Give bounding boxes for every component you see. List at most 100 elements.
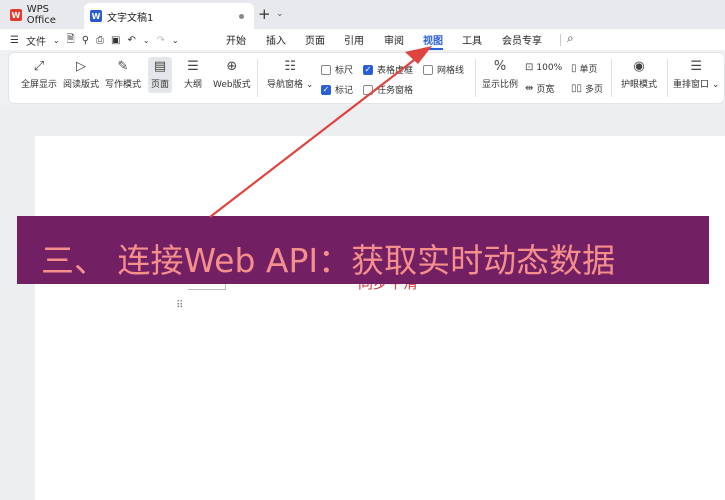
globe-icon: ⊕	[226, 59, 238, 74]
tab-home[interactable]: 开始	[226, 32, 246, 47]
rearrange-window-label: 重排窗口	[673, 80, 710, 90]
page-width-button[interactable]: ⇹ 页宽	[525, 82, 554, 95]
drag-handle-icon[interactable]: ⠿	[176, 300, 183, 311]
eye-protection-label: 护眼模式	[621, 80, 658, 90]
rearrange-window-button[interactable]: ☰ 重排窗口 ⌄	[673, 59, 719, 90]
undo-dropdown-icon[interactable]: ⌄	[143, 36, 150, 45]
tab-insert[interactable]: 插入	[266, 32, 286, 47]
checkbox-checked-icon: ✓	[363, 64, 373, 75]
web-layout-button[interactable]: ⊕ Web版式	[213, 59, 251, 90]
nav-pane-icon: ☷	[284, 59, 297, 74]
redo-icon[interactable]: ↷	[157, 35, 165, 46]
eye-protection-button[interactable]: ◉ 护眼模式	[621, 59, 657, 90]
tab-view[interactable]: 视图	[423, 32, 443, 50]
zoom-100-button[interactable]: ⊡ 100%	[525, 62, 562, 73]
print-preview-icon[interactable]: ▣	[111, 35, 120, 46]
gridlines-checkbox[interactable]: 网格线	[423, 63, 464, 76]
unsaved-dot-icon[interactable]	[239, 14, 244, 19]
eye-icon: ◉	[633, 59, 645, 74]
tab-tools[interactable]: 工具	[462, 32, 482, 47]
task-pane-label: 任务窗格	[377, 86, 414, 96]
reading-icon: ▷	[76, 59, 86, 74]
menu-bar: ☰ 文件 ⌄ 🗎 ⚲ ⎙ ▣ ↶ ⌄ ↷ ⌄ 开始 插入 页面 引用 审阅 视图…	[0, 29, 725, 50]
fullscreen-label: 全屏显示	[21, 80, 58, 90]
reading-label: 阅读版式	[63, 80, 100, 90]
outline-icon: ☰	[187, 59, 199, 74]
tab-review[interactable]: 审阅	[384, 32, 404, 47]
checkbox-icon	[321, 64, 331, 75]
multi-page-icon: ▯▯	[571, 83, 583, 94]
gridlines-label: 网格线	[437, 66, 465, 76]
new-tab-button[interactable]: +	[258, 5, 271, 23]
title-tab-bar: W WPS Office W 文字文稿1 + ⌄	[0, 0, 725, 29]
nav-pane-label: 导航窗格	[267, 80, 304, 90]
tab-page[interactable]: 页面	[305, 32, 325, 47]
more-dropdown-icon[interactable]: ⌄	[172, 36, 179, 45]
document-canvas	[0, 106, 725, 500]
chevron-down-icon: ⌄	[303, 80, 314, 90]
ruler-label: 标尺	[335, 66, 354, 76]
page-view-button[interactable]: ▤ 页面	[148, 57, 173, 93]
fullscreen-button[interactable]: ⤢ 全屏显示	[21, 59, 57, 90]
single-page-icon: ▯	[571, 63, 577, 74]
zoom-ratio-button[interactable]: % 显示比例	[482, 59, 518, 90]
zoom-ratio-label: 显示比例	[482, 80, 519, 90]
divider	[560, 34, 561, 46]
outline-button[interactable]: ☰ 大纲	[184, 59, 202, 90]
page-icon: ▤	[153, 59, 167, 74]
divider	[667, 59, 668, 97]
multi-page-button[interactable]: ▯▯ 多页	[571, 82, 603, 95]
file-menu[interactable]: 文件	[26, 33, 46, 48]
print-icon[interactable]: ⎙	[96, 35, 104, 46]
table-grid-checkbox[interactable]: ✓ 表格虚框	[363, 63, 413, 76]
zoom-percent-icon: %	[493, 59, 507, 74]
wps-home-label: WPS Office	[26, 4, 56, 26]
ruler-checkbox[interactable]: 标尺	[321, 63, 353, 76]
checkbox-checked-icon: ✓	[321, 84, 331, 95]
banner-title: 三、 连接Web API：获取实时动态数据	[41, 241, 616, 280]
mark-label: 标记	[335, 86, 354, 96]
title-banner: 三、 连接Web API：获取实时动态数据	[17, 216, 709, 284]
table-grid-label: 表格虚框	[377, 66, 414, 76]
chevron-down-icon[interactable]: ⌄	[53, 36, 60, 45]
search-icon[interactable]: ⌕	[567, 31, 574, 46]
divider	[611, 59, 612, 97]
mark-checkbox[interactable]: ✓ 标记	[321, 83, 353, 96]
tab-member[interactable]: 会员专享	[502, 32, 542, 47]
navigation-pane-button[interactable]: ☷ 导航窗格 ⌄	[267, 59, 313, 90]
writing-mode-button[interactable]: ✎ 写作模式	[105, 59, 141, 90]
link-icon[interactable]: ⚲	[82, 35, 89, 46]
quick-access-toolbar: ☰ 文件 ⌄ 🗎 ⚲ ⎙ ▣ ↶ ⌄ ↷ ⌄	[10, 32, 179, 49]
document-page[interactable]	[35, 136, 725, 500]
window-stack-icon: ☰	[690, 59, 703, 74]
chevron-down-icon[interactable]: ⌄	[276, 9, 284, 19]
pen-icon: ✎	[117, 59, 129, 74]
page-width-icon: ⇹	[525, 83, 534, 94]
single-page-button[interactable]: ▯ 单页	[571, 62, 598, 75]
writer-doc-icon: W	[90, 10, 102, 22]
multi-page-label: 多页	[585, 85, 604, 95]
single-page-label: 单页	[579, 65, 598, 75]
outline-label: 大纲	[184, 80, 203, 90]
tab-references[interactable]: 引用	[344, 32, 364, 47]
writing-label: 写作模式	[105, 80, 142, 90]
hamburger-menu-icon[interactable]: ☰	[10, 35, 19, 46]
fullscreen-icon: ⤢	[33, 59, 45, 74]
page-width-label: 页宽	[536, 85, 555, 95]
page-view-label: 页面	[151, 80, 170, 90]
document-tab-label: 文字文稿1	[107, 12, 154, 24]
chevron-down-icon: ⌄	[709, 80, 720, 90]
view-ribbon: ⤢ 全屏显示 ▷ 阅读版式 ✎ 写作模式 ▤ 页面 ☰ 大纲 ⊕ Web版式 ☷…	[8, 52, 725, 104]
task-pane-checkbox[interactable]: 任务窗格	[363, 83, 413, 96]
checkbox-icon	[423, 64, 433, 75]
wps-logo-icon: W	[10, 9, 22, 21]
undo-icon[interactable]: ↶	[128, 35, 136, 46]
divider	[257, 59, 258, 97]
divider	[475, 59, 476, 97]
web-layout-label: Web版式	[213, 80, 251, 90]
save-icon[interactable]: 🗎	[67, 32, 75, 49]
wps-home-tab[interactable]: W WPS Office	[4, 4, 80, 26]
reading-layout-button[interactable]: ▷ 阅读版式	[63, 59, 99, 90]
zoom-100-icon: ⊡	[525, 62, 534, 73]
document-tab[interactable]: W 文字文稿1	[84, 3, 254, 29]
